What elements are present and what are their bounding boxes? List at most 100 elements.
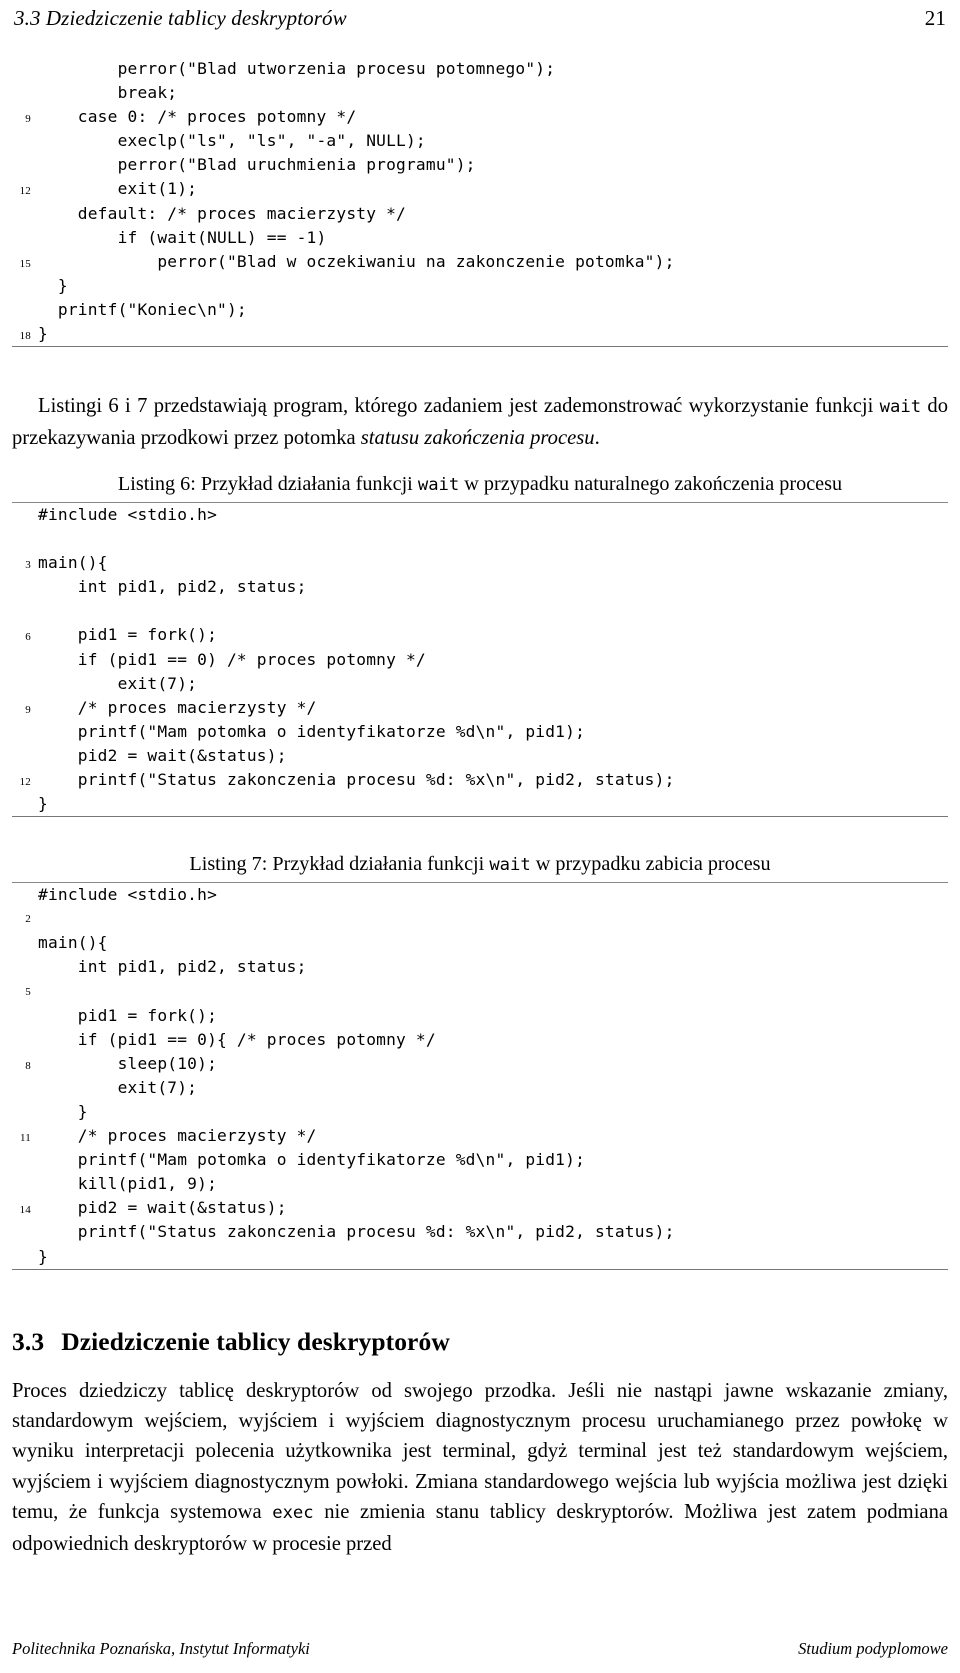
code-line: kill(pid1, 9);	[12, 1172, 948, 1196]
listing-7-caption-part1: Listing 7: Przykład działania funkcji	[189, 853, 490, 876]
code-line: exit(7);	[12, 1076, 948, 1100]
running-header-title: 3.3 Dziedziczenie tablicy deskryptorów	[14, 6, 347, 30]
code-line-number: 8	[25, 1059, 31, 1072]
code-line: exit(7);	[12, 672, 948, 696]
paragraph-intro-code-wait: wait	[879, 397, 922, 418]
code-line-text: main(){	[38, 933, 108, 953]
section-number: 3.3	[12, 1326, 45, 1356]
code-line: printf("Koniec\n");	[12, 298, 948, 322]
code-line-text: pid1 = fork();	[38, 625, 218, 645]
code-line: 12 exit(1);	[12, 177, 948, 201]
code-line-text: execlp("ls", "ls", "-a", NULL);	[38, 131, 426, 151]
code-line: 15 perror("Blad w oczekiwaniu na zakoncz…	[12, 250, 948, 274]
listing-continued-code: perror("Blad utworzenia procesu potomneg…	[12, 57, 948, 346]
code-line-text: }	[38, 324, 48, 344]
listing-6-caption-part2: w przypadku naturalnego zakończenia proc…	[459, 472, 843, 495]
code-line-text: /* proces macierzysty */	[38, 697, 317, 717]
code-line: main(){	[12, 931, 948, 955]
document-page: 3.3 Dziedziczenie tablicy deskryptorów 2…	[0, 0, 960, 1673]
listing-6-caption-code-wait: wait	[417, 474, 460, 495]
code-line: pid1 = fork();	[12, 1004, 948, 1028]
code-line: default: /* proces macierzysty */	[12, 202, 948, 226]
page-number: 21	[924, 6, 946, 30]
listing-7-caption: Listing 7: Przykład działania funkcji wa…	[12, 851, 948, 882]
code-line-text: pid1 = fork();	[38, 1005, 218, 1025]
code-line: pid2 = wait(&status);	[12, 744, 948, 768]
code-line-text: printf("Mam potomka o identyfikatorze %d…	[38, 1150, 586, 1170]
code-line: printf("Mam potomka o identyfikatorze %d…	[12, 720, 948, 744]
code-line-text: printf("Status zakonczenia procesu %d: %…	[38, 1222, 675, 1242]
code-line-text: perror("Blad utworzenia procesu potomneg…	[38, 59, 556, 78]
code-line: 9 /* proces macierzysty */	[12, 696, 948, 720]
listing-6-caption-part1: Listing 6: Przykład działania funkcji	[117, 472, 418, 495]
code-line-text: pid2 = wait(&status);	[38, 1198, 287, 1218]
code-line-text: }	[38, 1102, 88, 1121]
code-line: }	[12, 792, 948, 816]
code-line-text: printf("Koniec\n");	[38, 299, 247, 319]
code-line-text: int pid1, pid2, status;	[38, 577, 307, 597]
code-line-number: 2	[25, 913, 31, 926]
running-header: 3.3 Dziedziczenie tablicy deskryptorów 2…	[12, 0, 948, 31]
paragraph-intro-part1: Listingi 6 i 7 przedstawiają program, kt…	[38, 395, 880, 418]
code-line: 6 pid1 = fork();	[12, 623, 948, 647]
code-line: printf("Status zakonczenia procesu %d: %…	[12, 1220, 948, 1244]
code-line-number: 14	[19, 1204, 31, 1217]
code-line: }	[12, 1245, 948, 1269]
listing-6-block: Listing 6: Przykład działania funkcji wa…	[12, 471, 948, 818]
code-line-text: }	[38, 1246, 48, 1266]
code-line: 18}	[12, 322, 948, 346]
code-line: perror("Blad uruchmienia programu");	[12, 153, 948, 177]
code-line-text: #include <stdio.h>	[38, 504, 218, 524]
code-line: execlp("ls", "ls", "-a", NULL);	[12, 129, 948, 153]
code-line: 2	[12, 907, 948, 931]
code-line-text: /* proces macierzysty */	[38, 1126, 317, 1146]
code-line-text: main(){	[38, 553, 108, 573]
code-line-text: printf("Mam potomka o identyfikatorze %d…	[38, 721, 586, 741]
paragraph-body: Proces dziedziczy tablicę deskryptorów o…	[12, 1376, 948, 1559]
code-line: int pid1, pid2, status;	[12, 575, 948, 599]
code-line-number: 12	[19, 185, 31, 198]
listing-continued-block: perror("Blad utworzenia procesu potomneg…	[12, 57, 948, 348]
code-line-text: exit(7);	[38, 1077, 198, 1097]
listing-7-code: #include <stdio.h> 2 main(){ int pid1, pid…	[12, 883, 948, 1269]
code-line-text: }	[38, 275, 68, 295]
code-line: if (wait(NULL) == -1)	[12, 226, 948, 250]
code-line-text: if (wait(NULL) == -1)	[38, 227, 327, 247]
code-line: break;	[12, 81, 948, 105]
code-line-text: break;	[38, 83, 178, 103]
listing-6-code: #include <stdio.h> 3 main(){ int pid1, pid…	[12, 503, 948, 816]
code-line-text: perror("Blad w oczekiwaniu na zakonczeni…	[38, 251, 675, 271]
code-line-text: exit(1);	[38, 179, 198, 199]
code-line: #include <stdio.h>	[12, 883, 948, 907]
listing-7-block: Listing 7: Przykład działania funkcji wa…	[12, 851, 948, 1270]
code-line-number: 18	[19, 330, 31, 343]
code-line-text: int pid1, pid2, status;	[38, 957, 307, 977]
code-line-text: if (pid1 == 0){ /* proces potomny */	[38, 1029, 436, 1049]
footer-left: Politechnika Poznańska, Instytut Informa…	[12, 1639, 310, 1658]
code-line-text: #include <stdio.h>	[38, 885, 218, 905]
code-line: 9 case 0: /* proces potomny */	[12, 105, 948, 129]
code-line: }	[12, 274, 948, 298]
paragraph-body-code-exec: exec	[272, 1503, 314, 1524]
code-line-number: 5	[25, 985, 31, 998]
code-line-number: 11	[20, 1132, 31, 1145]
code-line-text: pid2 = wait(&status);	[38, 745, 287, 765]
code-line: printf("Mam potomka o identyfikatorze %d…	[12, 1148, 948, 1172]
code-line-text: printf("Status zakonczenia procesu %d: %…	[38, 769, 675, 789]
code-line-number: 9	[25, 113, 31, 126]
code-line: }	[12, 1100, 948, 1124]
code-line-text: default: /* proces macierzysty */	[38, 203, 406, 223]
code-line-number: 15	[19, 257, 31, 270]
code-line-text: }	[38, 794, 48, 814]
running-footer: Politechnika Poznańska, Instytut Informa…	[12, 1639, 948, 1659]
code-line: int pid1, pid2, status;	[12, 955, 948, 979]
code-line: if (pid1 == 0){ /* proces potomny */	[12, 1028, 948, 1052]
code-line-number: 3	[25, 559, 31, 572]
code-line-number: 6	[25, 631, 31, 644]
code-line-text: sleep(10);	[38, 1053, 218, 1073]
listing-6-caption: Listing 6: Przykład działania funkcji wa…	[12, 471, 948, 502]
code-line: 8 sleep(10);	[12, 1052, 948, 1076]
code-line-number: 9	[25, 703, 31, 716]
